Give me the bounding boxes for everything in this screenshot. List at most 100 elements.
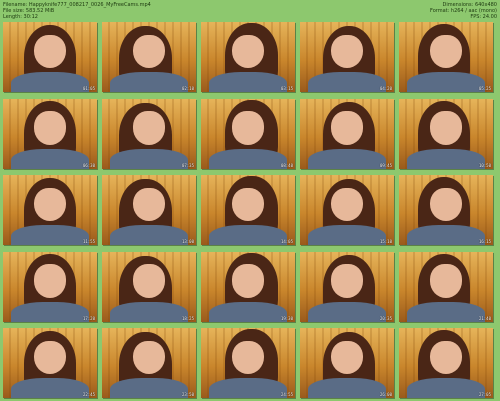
fps-text: FPS: 24.00 (470, 14, 497, 20)
thumbnail-face-shape (430, 34, 462, 69)
thumbnail-face-shape (34, 111, 66, 145)
thumbnail-shoulders-shape (109, 72, 189, 92)
thumbnail-shoulders-shape (208, 148, 288, 169)
thumbnail-timestamp: 20:35 (379, 315, 392, 321)
thumbnail-timestamp: 13:00 (181, 239, 194, 244)
thumbnail-shoulders-shape (208, 301, 288, 322)
thumbnail-face-shape (133, 187, 165, 222)
thumbnail-face-shape (331, 34, 363, 69)
thumbnail-shoulders-shape (10, 225, 90, 245)
thumbnail-face-shape (34, 187, 66, 222)
thumbnail-face-shape (133, 340, 165, 375)
thumbnail-timestamp: 01:05 (82, 86, 95, 91)
thumbnail-timestamp: 14:05 (280, 239, 293, 244)
thumbnail-shoulders-shape (307, 148, 387, 169)
video-thumbnail[interactable]: 02:10 (102, 22, 196, 92)
video-thumbnail[interactable]: 24:55 (201, 328, 295, 398)
thumbnail-timestamp: 02:10 (181, 86, 194, 91)
video-thumbnail[interactable]: 18:25 (102, 251, 196, 322)
metadata-left: Filename: Happyknife777_008217_0026_MyFr… (3, 2, 151, 20)
video-thumbnail[interactable]: 03:15 (201, 22, 295, 92)
video-thumbnail[interactable]: 27:05 (399, 328, 493, 398)
video-thumbnail[interactable]: 10:50 (399, 98, 493, 169)
thumbnail-timestamp: 15:10 (379, 239, 392, 244)
thumbnail-shoulders-shape (10, 378, 90, 398)
metadata-right: Dimensions: 640x480 Format: h264 / aac (… (430, 2, 497, 20)
thumbnail-timestamp: 04:20 (379, 86, 392, 91)
thumbnail-shoulders-shape (307, 301, 387, 322)
thumbnail-timestamp: 05:25 (478, 86, 491, 91)
thumbnail-shoulders-shape (109, 378, 189, 398)
thumbnail-shoulders-shape (406, 148, 486, 169)
thumbnail-face-shape (232, 111, 264, 145)
video-thumbnail[interactable]: 26:00 (300, 328, 394, 398)
thumbnail-shoulders-shape (406, 72, 486, 92)
video-thumbnail[interactable]: 01:05 (3, 22, 97, 92)
thumbnail-face-shape (133, 111, 165, 145)
thumbnail-grid: 01:05 02:10 03:15 04:20 05:25 06:30 07:35 08:40… (3, 22, 497, 398)
thumbnail-shoulders-shape (109, 148, 189, 169)
thumbnail-face-shape (430, 187, 462, 222)
thumbnail-shoulders-shape (307, 72, 387, 92)
thumbnail-face-shape (430, 111, 462, 145)
video-thumbnail[interactable]: 16:15 (399, 175, 493, 245)
thumbnail-shoulders-shape (208, 72, 288, 92)
thumbnail-face-shape (133, 34, 165, 69)
thumbnail-face-shape (34, 34, 66, 69)
thumbnail-face-shape (232, 264, 264, 298)
thumbnail-face-shape (133, 264, 165, 298)
thumbnail-timestamp: 22:45 (82, 392, 95, 397)
thumbnail-timestamp: 27:05 (478, 392, 491, 397)
video-thumbnail[interactable]: 23:50 (102, 328, 196, 398)
thumbnail-timestamp: 09:45 (379, 162, 392, 168)
thumbnail-shoulders-shape (10, 72, 90, 92)
thumbnail-timestamp: 10:50 (478, 162, 491, 168)
thumbnail-face-shape (430, 340, 462, 375)
thumbnail-face-shape (34, 340, 66, 375)
thumbnail-timestamp: 17:20 (82, 315, 95, 321)
thumbnail-face-shape (331, 187, 363, 222)
video-thumbnail[interactable]: 11:55 (3, 175, 97, 245)
video-thumbnail[interactable]: 22:45 (3, 328, 97, 398)
thumbnail-face-shape (331, 264, 363, 298)
thumbnail-timestamp: 11:55 (82, 239, 95, 244)
video-thumbnail[interactable]: 09:45 (300, 98, 394, 169)
thumbnail-shoulders-shape (109, 225, 189, 245)
thumbnail-timestamp: 18:25 (181, 315, 194, 321)
video-thumbnail[interactable]: 07:35 (102, 98, 196, 169)
thumbnail-shoulders-shape (406, 301, 486, 322)
thumbnail-timestamp: 26:00 (379, 392, 392, 397)
video-thumbnail[interactable]: 13:00 (102, 175, 196, 245)
thumbnail-shoulders-shape (109, 301, 189, 322)
length-text: Length: 30:12 (3, 14, 38, 20)
thumbnail-face-shape (232, 187, 264, 222)
video-thumbnail[interactable]: 20:35 (300, 251, 394, 322)
thumbnail-timestamp: 21:40 (478, 315, 491, 321)
thumbnail-face-shape (232, 34, 264, 69)
thumbnail-timestamp: 03:15 (280, 86, 293, 91)
thumbnail-timestamp: 24:55 (280, 392, 293, 397)
thumbnail-timestamp: 23:50 (181, 392, 194, 397)
video-thumbnail[interactable]: 21:40 (399, 251, 493, 322)
thumbnail-shoulders-shape (10, 148, 90, 169)
thumbnail-shoulders-shape (208, 225, 288, 245)
thumbnail-face-shape (331, 111, 363, 145)
metadata-header: Filename: Happyknife777_008217_0026_MyFr… (0, 0, 500, 22)
video-thumbnail[interactable]: 14:05 (201, 175, 295, 245)
thumbnail-face-shape (430, 264, 462, 298)
thumbnail-shoulders-shape (10, 301, 90, 322)
thumbnail-timestamp: 16:15 (478, 239, 491, 244)
thumbnail-shoulders-shape (307, 225, 387, 245)
thumbnail-shoulders-shape (406, 378, 486, 398)
thumbnail-shoulders-shape (406, 225, 486, 245)
video-thumbnail[interactable]: 08:40 (201, 98, 295, 169)
video-thumbnail[interactable]: 15:10 (300, 175, 394, 245)
video-thumbnail[interactable]: 06:30 (3, 98, 97, 169)
video-thumbnail[interactable]: 05:25 (399, 22, 493, 92)
thumbnail-shoulders-shape (307, 378, 387, 398)
video-thumbnail[interactable]: 17:20 (3, 251, 97, 322)
video-thumbnail[interactable]: 19:30 (201, 251, 295, 322)
thumbnail-timestamp: 19:30 (280, 315, 293, 321)
thumbnail-face-shape (34, 264, 66, 298)
video-thumbnail[interactable]: 04:20 (300, 22, 394, 92)
